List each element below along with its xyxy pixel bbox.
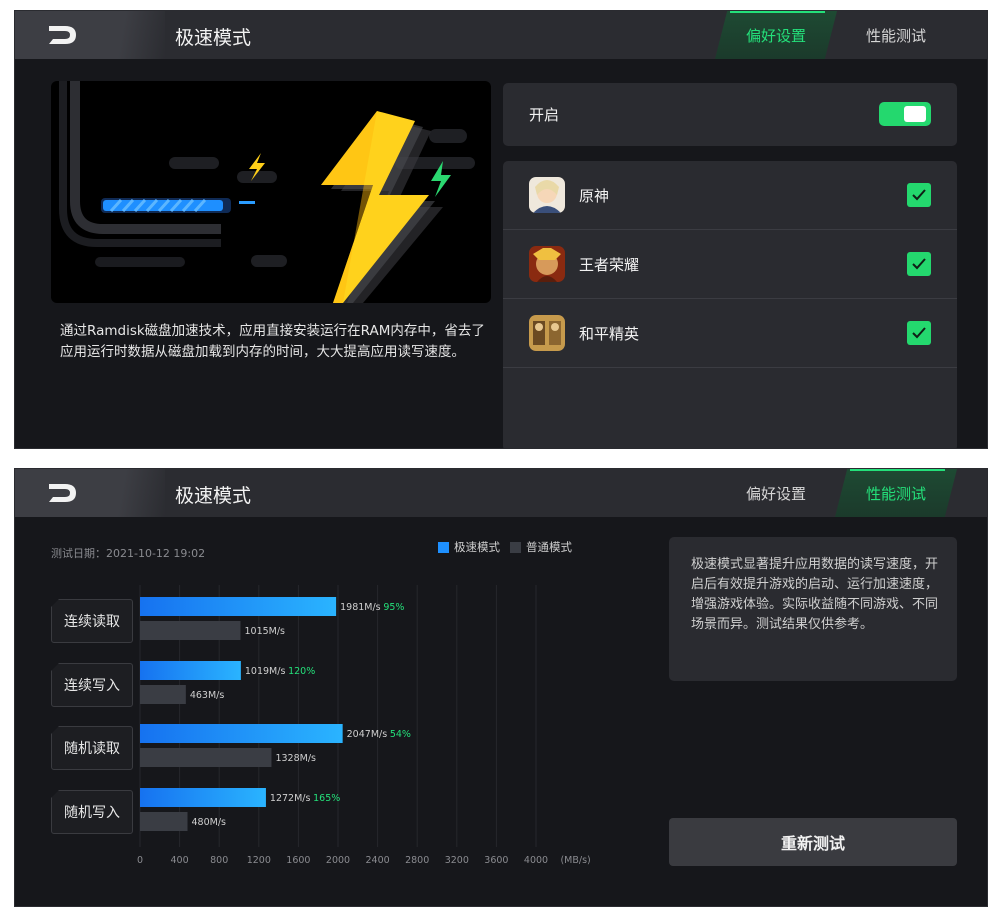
tab-preferences[interactable]: 偏好设置 [715, 11, 837, 59]
header-bar: 极速模式 偏好设置 性能测试 [15, 11, 987, 59]
toggle-knob [904, 106, 926, 122]
logo-area [15, 11, 165, 59]
check-icon [912, 258, 926, 270]
checkbox[interactable] [907, 183, 931, 207]
legend-swatch [438, 541, 449, 553]
result-note: 极速模式显著提升应用数据的读写速度，开启后有效提升游戏的启动、运行加速速度，增强… [691, 557, 939, 632]
feature-description: 通过Ramdisk磁盘加速技术，应用直接安装运行在RAM内存中，省去了应用运行时… [60, 323, 485, 360]
list-item[interactable]: 王者荣耀 [503, 230, 957, 299]
x-tick-label: 4000 [524, 855, 548, 866]
bar-normal [140, 685, 186, 704]
x-tick-label: 0 [137, 855, 143, 866]
back-logo-icon[interactable] [45, 481, 79, 505]
bar-value-label: 2047M/s [347, 729, 388, 740]
legend-item-fast: 极速模式 [438, 539, 500, 555]
speed-bar-chart: 0 400 800 1200 1600 2000 2400 2800 3200 3600 4000 (… [137, 585, 591, 866]
bar-value-label: 1328M/s [275, 753, 316, 764]
x-tick-label: 400 [171, 855, 189, 866]
bar-value-label: 1272M/s [270, 793, 311, 804]
chart-legend: 极速模式 普通模式 [438, 539, 572, 555]
gain-label: 120% [288, 666, 315, 677]
back-logo-icon[interactable] [45, 23, 79, 47]
performance-test-screen: 极速模式 偏好设置 性能测试 测试日期：2021-10-12 19:02 极速模… [14, 468, 988, 907]
tab-preferences[interactable]: 偏好设置 [715, 469, 837, 517]
category-label: 随机读取 [51, 726, 133, 770]
bar-value-label: 1981M/s [340, 602, 381, 613]
x-tick-label: 2000 [326, 855, 350, 866]
list-item[interactable]: 原神 [503, 161, 957, 230]
app-name: 原神 [579, 187, 610, 205]
tab-performance-test[interactable]: 性能测试 [835, 469, 957, 517]
x-tick-label: 3200 [445, 855, 469, 866]
logo-area [15, 469, 165, 517]
bar-normal [140, 621, 241, 640]
checkbox[interactable] [907, 252, 931, 276]
tab-label: 偏好设置 [745, 26, 806, 45]
bar-fast [140, 661, 241, 680]
legend-item-normal: 普通模式 [510, 539, 572, 555]
genshin-app-icon [529, 177, 565, 213]
checkbox[interactable] [907, 321, 931, 345]
bar-value-label: 463M/s [190, 690, 225, 701]
x-tick-label: 1200 [247, 855, 271, 866]
x-axis-unit: (MB/s) [560, 855, 590, 866]
gain-label: 95% [383, 602, 404, 613]
tab-performance-test[interactable]: 性能测试 [835, 11, 957, 59]
app-name: 王者荣耀 [579, 256, 640, 274]
enable-label: 开启 [529, 106, 560, 124]
bar-fast [140, 597, 337, 616]
result-note-card: 极速模式显著提升应用数据的读写速度，开启后有效提升游戏的启动、运行加速速度，增强… [669, 537, 957, 681]
bar-value-label: 480M/s [192, 817, 227, 828]
category-label: 随机写入 [51, 790, 133, 834]
x-tick-label: 800 [210, 855, 228, 866]
app-list: 原神 王者荣耀 和平精英 [503, 161, 957, 448]
tab-label: 性能测试 [865, 26, 926, 45]
speed-mode-illustration [51, 81, 491, 303]
legend-label: 普通模式 [526, 540, 572, 554]
check-icon [912, 327, 926, 339]
x-tick-label: 2400 [366, 855, 390, 866]
category-label: 连续读取 [51, 599, 133, 643]
header-bar: 极速模式 偏好设置 性能测试 [15, 469, 987, 517]
enable-card: 开启 [503, 83, 957, 146]
retest-button[interactable]: 重新测试 [669, 818, 957, 866]
peacekeeper-elite-app-icon [529, 315, 565, 351]
x-tick-label: 3600 [484, 855, 508, 866]
gain-label: 54% [390, 729, 411, 740]
category-label: 连续写入 [51, 663, 133, 707]
page-title: 极速模式 [175, 485, 252, 507]
x-tick-label: 2800 [405, 855, 429, 866]
legend-label: 极速模式 [454, 540, 500, 554]
legend-swatch [510, 541, 521, 553]
bar-normal [140, 812, 188, 831]
bar-value-label: 1019M/s [245, 666, 286, 677]
tab-label: 偏好设置 [745, 484, 806, 503]
x-tick-label: 1600 [286, 855, 310, 866]
gain-label: 165% [313, 793, 340, 804]
bar-normal [140, 748, 272, 767]
tab-label: 性能测试 [865, 484, 926, 503]
check-icon [912, 189, 926, 201]
app-name: 和平精英 [579, 325, 640, 343]
test-date: 测试日期：2021-10-12 19:02 [51, 547, 206, 560]
honor-of-kings-app-icon [529, 246, 565, 282]
settings-screen: 极速模式 偏好设置 性能测试 通过Ramdisk磁盘加速技术，应用直接安装运行在… [14, 10, 988, 449]
page-title: 极速模式 [175, 27, 252, 49]
enable-toggle[interactable] [879, 102, 931, 126]
list-item[interactable]: 和平精英 [503, 299, 957, 368]
bar-value-label: 1015M/s [244, 626, 285, 637]
bar-fast [140, 788, 266, 807]
lightning-illustration [59, 81, 475, 303]
bar-fast [140, 724, 343, 743]
